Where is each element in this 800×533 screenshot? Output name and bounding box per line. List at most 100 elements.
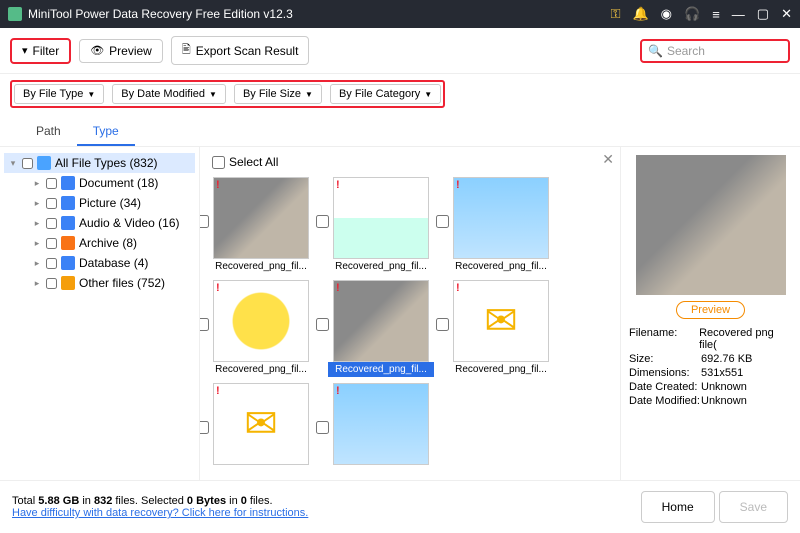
- filter-chip[interactable]: By File Category ▼: [330, 84, 441, 104]
- tab-path[interactable]: Path: [20, 118, 77, 146]
- save-button[interactable]: Save: [719, 491, 788, 523]
- thumbnail-grid: !Recovered_png_fil...!Recovered_png_fil.…: [208, 177, 612, 469]
- category-icon: [61, 256, 75, 270]
- thumb-checkbox[interactable]: [436, 318, 449, 331]
- filter-icon: ▾: [22, 44, 28, 57]
- select-all[interactable]: Select All: [208, 153, 612, 171]
- warning-icon: !: [336, 282, 340, 294]
- thumb-image: [213, 177, 309, 259]
- expand-icon[interactable]: ▸: [32, 238, 42, 249]
- maximize-icon[interactable]: ▢: [757, 6, 769, 22]
- preview-button[interactable]: 👁Preview: [79, 39, 163, 63]
- warning-icon: !: [216, 179, 220, 191]
- filter-label: Filter: [33, 44, 60, 58]
- record-icon[interactable]: ◉: [661, 6, 672, 22]
- thumb-checkbox[interactable]: [200, 318, 209, 331]
- thumb-checkbox[interactable]: [436, 215, 449, 228]
- thumb-image: [213, 383, 309, 465]
- tree-label: All File Types (832): [55, 156, 158, 170]
- tree-checkbox[interactable]: [46, 218, 57, 229]
- sidebar-item[interactable]: ▸Other files (752): [4, 273, 195, 293]
- category-icon: [37, 156, 51, 170]
- expand-icon[interactable]: ▸: [32, 218, 42, 229]
- export-icon: 🖹: [182, 41, 191, 60]
- expand-icon[interactable]: ▸: [32, 278, 42, 289]
- title-bar: MiniTool Power Data Recovery Free Editio…: [0, 0, 800, 28]
- help-link[interactable]: Have difficulty with data recovery? Clic…: [12, 507, 308, 519]
- home-button[interactable]: Home: [641, 491, 715, 523]
- search-placeholder: Search: [667, 44, 705, 58]
- thumbnail-item[interactable]: !: [208, 383, 314, 469]
- expand-icon[interactable]: ▾: [8, 158, 18, 169]
- tree-label: Archive (8): [79, 236, 137, 250]
- tree-label: Document (18): [79, 176, 158, 190]
- preview-metadata: Filename:Recovered png file(Size:692.76 …: [629, 327, 792, 409]
- meta-key: Filename:: [629, 327, 699, 351]
- meta-row: Date Modified:Unknown: [629, 395, 792, 407]
- export-button[interactable]: 🖹Export Scan Result: [171, 36, 310, 65]
- thumb-checkbox[interactable]: [316, 421, 329, 434]
- sidebar-item[interactable]: ▾ All File Types (832): [4, 153, 195, 173]
- minimize-icon[interactable]: —: [732, 7, 745, 22]
- tree-checkbox[interactable]: [46, 258, 57, 269]
- thumbnail-item[interactable]: !Recovered_png_fil...: [328, 177, 434, 274]
- thumbnail-item[interactable]: !Recovered_png_fil...: [328, 280, 434, 377]
- key-icon[interactable]: ⚿: [611, 6, 621, 22]
- sidebar-item[interactable]: ▸ Picture (34): [4, 193, 195, 213]
- filter-chip[interactable]: By Date Modified ▼: [112, 84, 226, 104]
- thumbnail-item[interactable]: !Recovered_png_fil...: [448, 177, 554, 274]
- preview-open-button[interactable]: Preview: [676, 301, 745, 319]
- thumbnail-item[interactable]: !Recovered_png_fil...: [208, 177, 314, 274]
- close-panel-icon[interactable]: ✕: [602, 151, 614, 168]
- filter-button[interactable]: ▾ Filter: [10, 38, 71, 64]
- tab-type[interactable]: Type: [77, 118, 135, 146]
- tree-checkbox[interactable]: [46, 198, 57, 209]
- expand-icon[interactable]: ▸: [32, 178, 42, 189]
- filter-chip[interactable]: By File Size ▼: [234, 84, 322, 104]
- warning-icon: !: [336, 385, 340, 397]
- sidebar-item[interactable]: ▸Database (4): [4, 253, 195, 273]
- category-icon: [61, 196, 75, 210]
- filter-chip[interactable]: By File Type ▼: [14, 84, 104, 104]
- sidebar-item[interactable]: ▸ Archive (8): [4, 233, 195, 253]
- meta-row: Date Created:Unknown: [629, 381, 792, 393]
- sidebar-item[interactable]: ▸Audio & Video (16): [4, 213, 195, 233]
- expand-icon[interactable]: ▸: [32, 198, 42, 209]
- menu-icon[interactable]: ≡: [712, 7, 720, 22]
- thumb-checkbox[interactable]: [316, 215, 329, 228]
- meta-key: Size:: [629, 353, 701, 365]
- thumb-label: Recovered_png_fil...: [448, 259, 554, 274]
- tree-checkbox[interactable]: [46, 238, 57, 249]
- meta-key: Dimensions:: [629, 367, 701, 379]
- thumbnail-item[interactable]: !Recovered_png_fil...: [208, 280, 314, 377]
- tree-checkbox[interactable]: [46, 178, 57, 189]
- thumb-checkbox[interactable]: [200, 215, 209, 228]
- thumb-image: [213, 280, 309, 362]
- chevron-down-icon: ▼: [424, 90, 432, 99]
- thumb-checkbox[interactable]: [316, 318, 329, 331]
- bell-icon[interactable]: 🔔: [632, 6, 648, 22]
- category-icon: [61, 276, 75, 290]
- thumb-checkbox[interactable]: [200, 421, 209, 434]
- thumbnail-item[interactable]: !: [328, 383, 434, 469]
- meta-row: Dimensions:531x551: [629, 367, 792, 379]
- tree-checkbox[interactable]: [22, 158, 33, 169]
- thumbnail-item[interactable]: !Recovered_png_fil...: [448, 280, 554, 377]
- search-input[interactable]: 🔍Search: [640, 39, 790, 63]
- warning-icon: !: [456, 282, 460, 294]
- tree-checkbox[interactable]: [46, 278, 57, 289]
- warning-icon: !: [216, 282, 220, 294]
- sidebar-item[interactable]: ▸ Document (18): [4, 173, 195, 193]
- tree-label: Picture (34): [79, 196, 141, 210]
- close-icon[interactable]: ✕: [781, 6, 792, 22]
- expand-icon[interactable]: ▸: [32, 258, 42, 269]
- headset-icon[interactable]: 🎧: [684, 6, 700, 22]
- preview-label: Preview: [109, 44, 152, 58]
- meta-value: 531x551: [701, 367, 743, 379]
- warning-icon: !: [336, 179, 340, 191]
- results-panel: ✕ Select All !Recovered_png_fil...!Recov…: [200, 147, 620, 480]
- sidebar: ▾ All File Types (832) ▸ Document (18) ▸ Pict…: [0, 147, 200, 480]
- meta-value: 692.76 KB: [701, 353, 752, 365]
- select-all-checkbox[interactable]: [212, 156, 225, 169]
- meta-key: Date Created:: [629, 381, 701, 393]
